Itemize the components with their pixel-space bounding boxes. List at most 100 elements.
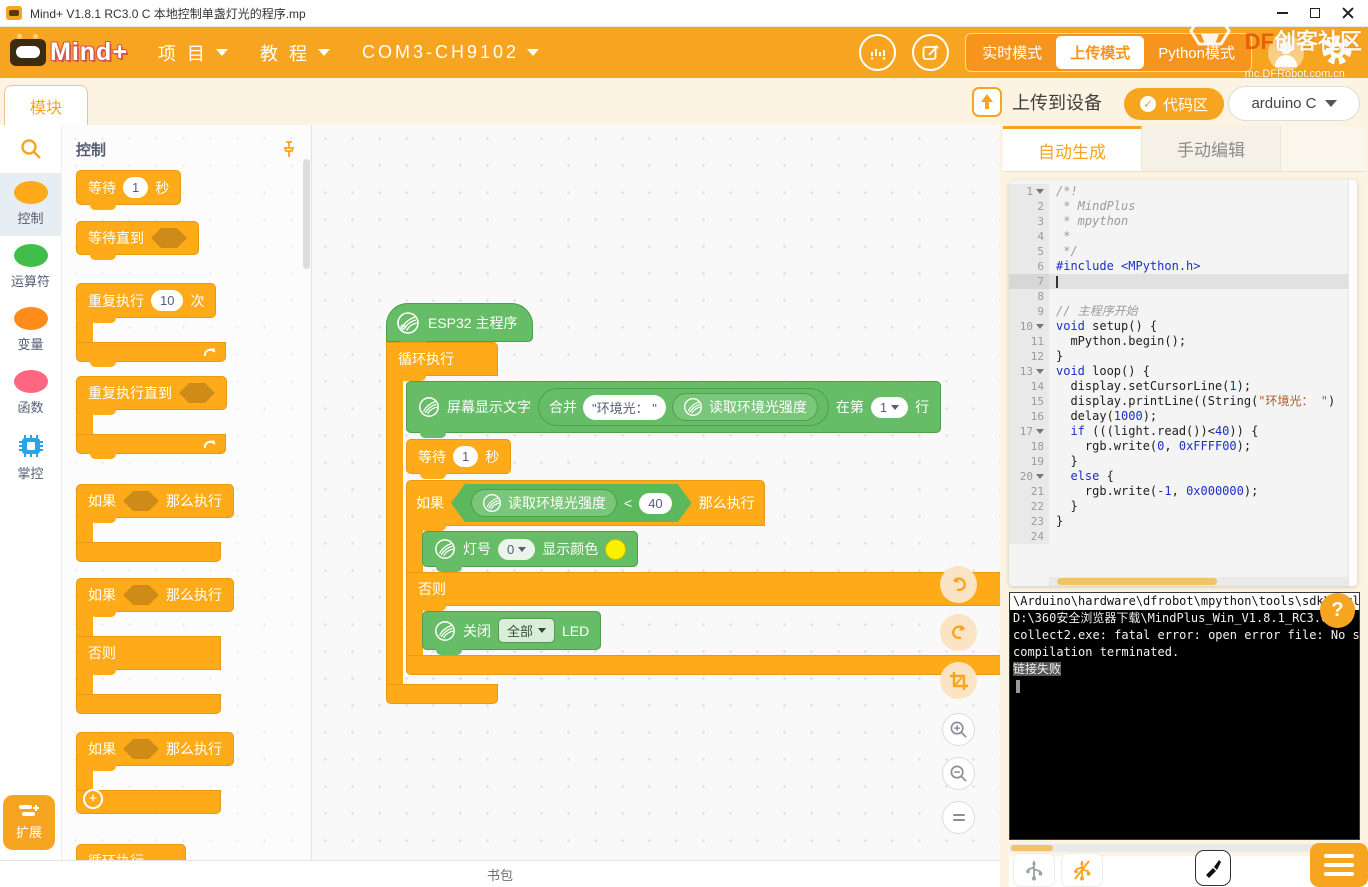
zoom-in-button[interactable] [942, 713, 975, 746]
chevron-down-icon [518, 547, 526, 552]
condition-slot[interactable] [123, 491, 159, 511]
upload-to-device-button[interactable]: 上传到设备 [972, 87, 1102, 117]
sidebar-item-control[interactable]: 控制 [0, 173, 61, 236]
menu-tutorial[interactable]: 教 程 [244, 27, 346, 78]
extensions-button[interactable]: 扩展 [3, 795, 55, 850]
console-line: 链接失败 [1010, 661, 1359, 678]
zoom-reset-button[interactable] [942, 801, 975, 834]
color-swatch-yellow[interactable] [605, 539, 626, 560]
block-repeat-until[interactable]: 重复执行直到 [76, 376, 311, 454]
condition-expression[interactable]: 读取环境光强度 < 40 [451, 484, 692, 522]
redo-button[interactable] [940, 614, 977, 651]
undo-button[interactable] [940, 566, 977, 603]
tab-manual-edit[interactable]: 手动编辑 [1142, 126, 1281, 171]
led-number-dropdown[interactable]: 0 [498, 539, 535, 560]
code-area-toggle[interactable]: ✓ 代码区 [1124, 88, 1224, 120]
block-wait-canvas[interactable]: 等待 1 秒 [406, 439, 511, 474]
block-close-led[interactable]: 关闭 全部 LED [422, 611, 601, 650]
condition-slot[interactable] [123, 585, 159, 605]
block-esp32-main[interactable]: ESP32 主程序 [386, 303, 533, 342]
console-menu-button[interactable] [1310, 843, 1368, 887]
code-editor[interactable]: 1/*!2 * MindPlus3 * mpython4 *5 */6#incl… [1009, 180, 1357, 586]
text-input[interactable]: "环境光： " [583, 395, 666, 420]
console-horizontal-scrollbar[interactable] [1009, 844, 1360, 852]
console-line: collect2.exe: fatal error: open error fi… [1010, 627, 1359, 644]
block-palette[interactable]: 控制 等待 1 秒 等待直到 重复执行 10 次 [62, 125, 312, 860]
mpython-icon [482, 493, 502, 513]
light-sensor-reporter[interactable]: 读取环境光强度 [471, 489, 617, 517]
blocks-plus-icon [18, 804, 40, 818]
mode-python[interactable]: Python模式 [1144, 36, 1249, 69]
block-if-else[interactable]: 如果 那么执行 否则 [76, 578, 311, 714]
block-wait-until[interactable]: 等待直到 [76, 221, 199, 255]
loop-arrow-icon [202, 437, 218, 455]
code-line: 17 if (((light.read())<40)) { [1009, 424, 1357, 439]
program-script[interactable]: ESP32 主程序 循环执行 屏幕显示文字 [386, 303, 1018, 704]
sidebar-item-functions[interactable]: 函数 [0, 362, 61, 425]
line-number-dropdown[interactable]: 1 [871, 397, 908, 418]
menu-project[interactable]: 项 目 [142, 27, 244, 78]
sidebar-item-board[interactable]: 掌控 [0, 425, 61, 491]
code-line: 6#include <MPython.h> [1009, 259, 1357, 274]
code-line: 18 rgb.write(0, 0xFFFF00); [1009, 439, 1357, 454]
mode-realtime[interactable]: 实时模式 [968, 36, 1056, 69]
mode-upload[interactable]: 上传模式 [1056, 36, 1144, 69]
tab-modules[interactable]: 模块 [4, 85, 88, 126]
block-forever[interactable]: 循环执行 [76, 844, 311, 860]
maximize-icon[interactable] [1310, 8, 1320, 18]
user-avatar[interactable] [1268, 35, 1304, 71]
expand-plus-icon[interactable]: + [83, 789, 103, 809]
wait-value-input[interactable]: 1 [453, 446, 478, 467]
chevron-down-icon [216, 49, 228, 56]
zoom-out-button[interactable] [942, 757, 975, 790]
clear-console-button[interactable] [1195, 850, 1231, 886]
visualization-icon[interactable] [859, 34, 896, 71]
close-icon[interactable] [1342, 7, 1354, 19]
screenshot-crop-button[interactable] [940, 662, 977, 699]
palette-scrollbar[interactable] [303, 159, 310, 269]
tab-auto-generate[interactable]: 自动生成 [1003, 126, 1142, 171]
usb-disconnected-button[interactable] [1061, 853, 1103, 887]
wait-value-input[interactable]: 1 [123, 177, 148, 198]
block-wait[interactable]: 等待 1 秒 [76, 170, 181, 205]
bottom-bar: 书包 [0, 860, 1000, 887]
edit-icon[interactable] [912, 34, 949, 71]
led-scope-dropdown[interactable]: 全部 [498, 618, 555, 643]
repeat-count-input[interactable]: 10 [151, 290, 183, 311]
pin-icon[interactable] [281, 140, 297, 159]
mindplus-logo[interactable]: Mind+ [0, 38, 142, 67]
help-button[interactable]: ? [1320, 593, 1355, 628]
sidebar-item-operators[interactable]: 运算符 [0, 236, 61, 299]
compiler-console[interactable]: \Arduino\hardware\dfrobot\mpython\tools\… [1009, 592, 1360, 840]
minimize-icon[interactable] [1277, 12, 1288, 14]
code-line: 14 display.setCursorLine(1); [1009, 379, 1357, 394]
light-sensor-reporter[interactable]: 读取环境光强度 [672, 393, 818, 421]
workspace-canvas[interactable]: ESP32 主程序 循环执行 屏幕显示文字 [312, 125, 1000, 860]
device-select[interactable]: arduino C [1228, 86, 1360, 121]
search-icon[interactable] [0, 125, 61, 173]
block-repeat-times[interactable]: 重复执行 10 次 [76, 283, 311, 362]
code-horizontal-scrollbar[interactable] [1049, 577, 1348, 586]
code-line: 10void setup() { [1009, 319, 1357, 334]
settings-gear-icon[interactable] [1320, 33, 1354, 72]
block-display-text[interactable]: 屏幕显示文字 合并 "环境光： " 读取环境光强度 [406, 381, 941, 433]
block-if-else-canvas[interactable]: 如果 读取环境光强度 < [406, 480, 1018, 675]
usb-connected-button[interactable] [1013, 853, 1055, 887]
code-line: 22 } [1009, 499, 1357, 514]
block-if-then[interactable]: 如果 那么执行 [76, 484, 311, 562]
threshold-input[interactable]: 40 [639, 493, 671, 514]
block-if-expandable[interactable]: 如果 那么执行 + [76, 732, 311, 814]
block-led-color[interactable]: 灯号 0 显示颜色 [422, 531, 638, 567]
block-forever-canvas[interactable]: 循环执行 屏幕显示文字 合并 "环境光： " [386, 342, 1018, 704]
merge-reporter[interactable]: 合并 "环境光： " 读取环境光强度 [538, 388, 829, 426]
mpython-icon [434, 620, 456, 642]
condition-slot[interactable] [123, 739, 159, 759]
condition-slot[interactable] [179, 383, 215, 403]
sub-toolbar: 模块 上传到设备 ✓ 代码区 arduino C [0, 78, 1368, 125]
backpack-label[interactable]: 书包 [487, 865, 513, 884]
mpython-icon [434, 538, 456, 560]
condition-slot[interactable] [151, 228, 187, 248]
code-vertical-scrollbar[interactable] [1348, 180, 1357, 586]
sidebar-item-variables[interactable]: 变量 [0, 299, 61, 362]
menu-serial-port[interactable]: COM3-CH9102 [346, 27, 555, 78]
